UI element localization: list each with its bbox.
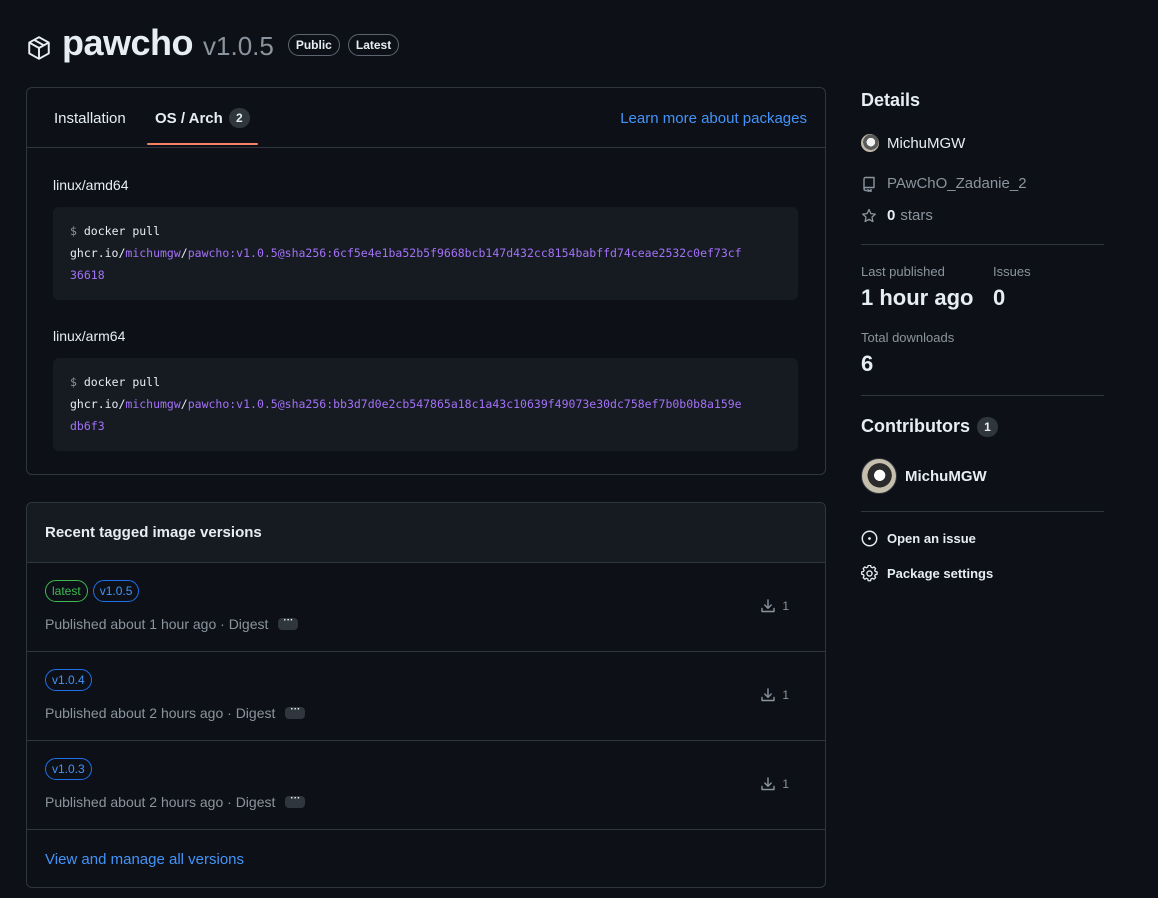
image-ref-text: pawcho:v1.0.5@sha256:6cf5e4e1ba52b5f9668… <box>187 246 742 260</box>
visibility-badge: Public <box>287 34 340 56</box>
owner-text: michumgw <box>125 246 181 260</box>
version-row: v1.0.3 Published about 2 hours ago · Dig… <box>27 741 825 830</box>
tag-version[interactable]: v1.0.3 <box>45 758 92 780</box>
published-info: Published about 2 hours ago · Digest ··· <box>45 794 306 810</box>
tab-bar: Installation OS / Arch 2 Learn more abou… <box>27 88 825 148</box>
download-count-value: 1 <box>782 599 789 613</box>
avatar <box>861 134 879 152</box>
image-ref-text: pawcho:v1.0.5@sha256:bb3d7d0e2cb547865a1… <box>187 397 742 411</box>
prompt-symbol: $ <box>70 375 77 389</box>
divider <box>861 511 1104 512</box>
published-text: Published about 2 hours ago · Digest <box>45 705 276 721</box>
package-version: v1.0.5 <box>203 30 274 61</box>
stars-count: 0 <box>887 207 896 224</box>
download-icon <box>761 599 776 613</box>
tab-os-arch[interactable]: OS / Arch 2 <box>147 88 258 148</box>
download-count: 1 <box>760 687 789 703</box>
divider <box>861 244 1104 245</box>
published-info: Published about 1 hour ago · Digest ··· <box>45 616 299 632</box>
package-icon <box>28 36 50 60</box>
contributor-link[interactable]: MichuMGW <box>861 458 987 494</box>
download-count: 1 <box>760 776 789 792</box>
tab-os-arch-label: OS / Arch <box>155 109 223 127</box>
digest-expand-button[interactable]: ··· <box>285 705 306 719</box>
published-text: Published about 2 hours ago · Digest <box>45 794 276 810</box>
contributors-counter: 1 <box>976 416 998 437</box>
published-info: Published about 2 hours ago · Digest ··· <box>45 705 306 721</box>
latest-badge: Latest <box>347 34 400 56</box>
version-row: latest v1.0.5 Published about 1 hour ago… <box>27 563 825 652</box>
contributor-name: MichuMGW <box>905 467 987 485</box>
download-count-value: 1 <box>782 777 789 791</box>
contributors-header: Contributors 1 <box>861 416 998 437</box>
image-ref-cont-text: db6f3 <box>70 419 105 433</box>
details-heading: Details <box>861 90 921 110</box>
open-issue-link[interactable]: Open an issue <box>861 530 976 547</box>
last-published-value: 1 hour ago <box>861 285 974 310</box>
arch-arm64: linux/arm64 $ docker pull ghcr.io/michum… <box>53 328 798 451</box>
download-icon <box>761 777 776 791</box>
stars-link[interactable]: 0 stars <box>861 207 933 224</box>
tag-list: latest v1.0.5 <box>45 580 144 602</box>
package-settings-link[interactable]: Package settings <box>861 565 993 582</box>
recent-versions-title: Recent tagged image versions <box>27 503 825 563</box>
page-header: pawcho v1.0.5 Public Latest <box>26 20 400 66</box>
star-icon <box>862 208 876 222</box>
recent-versions-panel: Recent tagged image versions latest v1.0… <box>26 502 826 888</box>
separator-text: / <box>180 397 188 411</box>
tag-list: v1.0.4 <box>45 669 97 691</box>
total-downloads-label: Total downloads <box>861 330 955 345</box>
docker-pull-command[interactable]: $ docker pull ghcr.io/michumgw/pawcho:v1… <box>53 207 798 300</box>
divider <box>861 395 1104 396</box>
download-count: 1 <box>760 598 789 614</box>
avatar <box>861 458 897 494</box>
arch-label: linux/amd64 <box>53 177 129 193</box>
gear-icon <box>861 565 878 582</box>
arch-label: linux/arm64 <box>53 328 126 344</box>
docker-pull-command[interactable]: $ docker pull ghcr.io/michumgw/pawcho:v1… <box>53 358 798 451</box>
download-icon <box>761 688 776 702</box>
image-ref-cont-text: 36618 <box>70 268 105 282</box>
learn-more-link[interactable]: Learn more about packages <box>620 88 807 148</box>
separator-text: / <box>180 246 188 260</box>
issues-label: Issues <box>993 264 1031 279</box>
open-issue-label: Open an issue <box>887 531 976 546</box>
repo-name: PAwChO_Zadanie_2 <box>887 175 1027 192</box>
registry-text: ghcr.io/ <box>70 246 126 260</box>
repo-link[interactable]: PAwChO_Zadanie_2 <box>861 175 1027 192</box>
arch-amd64: linux/amd64 $ docker pull ghcr.io/michum… <box>53 177 798 300</box>
tag-list: v1.0.3 <box>45 758 97 780</box>
repo-icon <box>863 176 875 192</box>
contributors-heading: Contributors <box>861 416 970 436</box>
registry-text: ghcr.io/ <box>70 397 126 411</box>
issues-value: 0 <box>993 285 1006 310</box>
digest-expand-button[interactable]: ··· <box>278 616 299 630</box>
version-row: v1.0.4 Published about 2 hours ago · Dig… <box>27 652 825 741</box>
view-all-versions-link[interactable]: View and manage all versions <box>45 851 244 868</box>
published-text: Published about 1 hour ago · Digest <box>45 616 269 632</box>
issue-opened-icon <box>861 530 878 547</box>
tab-installation-label: Installation <box>54 109 126 127</box>
stars-label: stars <box>900 207 933 224</box>
package-name: pawcho <box>62 22 194 63</box>
tag-version[interactable]: v1.0.5 <box>92 580 140 602</box>
owner-link[interactable]: MichuMGW <box>861 134 965 152</box>
tag-latest[interactable]: latest <box>45 580 88 602</box>
tag-version[interactable]: v1.0.4 <box>45 669 92 691</box>
tab-os-arch-counter: 2 <box>228 108 250 128</box>
package-settings-label: Package settings <box>887 566 994 581</box>
owner-text: michumgw <box>125 397 181 411</box>
last-published-label: Last published <box>861 264 945 279</box>
digest-expand-button[interactable]: ··· <box>285 794 306 808</box>
download-count-value: 1 <box>782 688 789 702</box>
total-downloads-value: 6 <box>861 351 874 376</box>
install-panel: Installation OS / Arch 2 Learn more abou… <box>26 87 826 475</box>
command-text: docker pull <box>83 375 161 389</box>
command-text: docker pull <box>83 224 161 238</box>
owner-name: MichuMGW <box>887 134 966 152</box>
tab-installation[interactable]: Installation <box>54 88 126 148</box>
prompt-symbol: $ <box>70 224 77 238</box>
